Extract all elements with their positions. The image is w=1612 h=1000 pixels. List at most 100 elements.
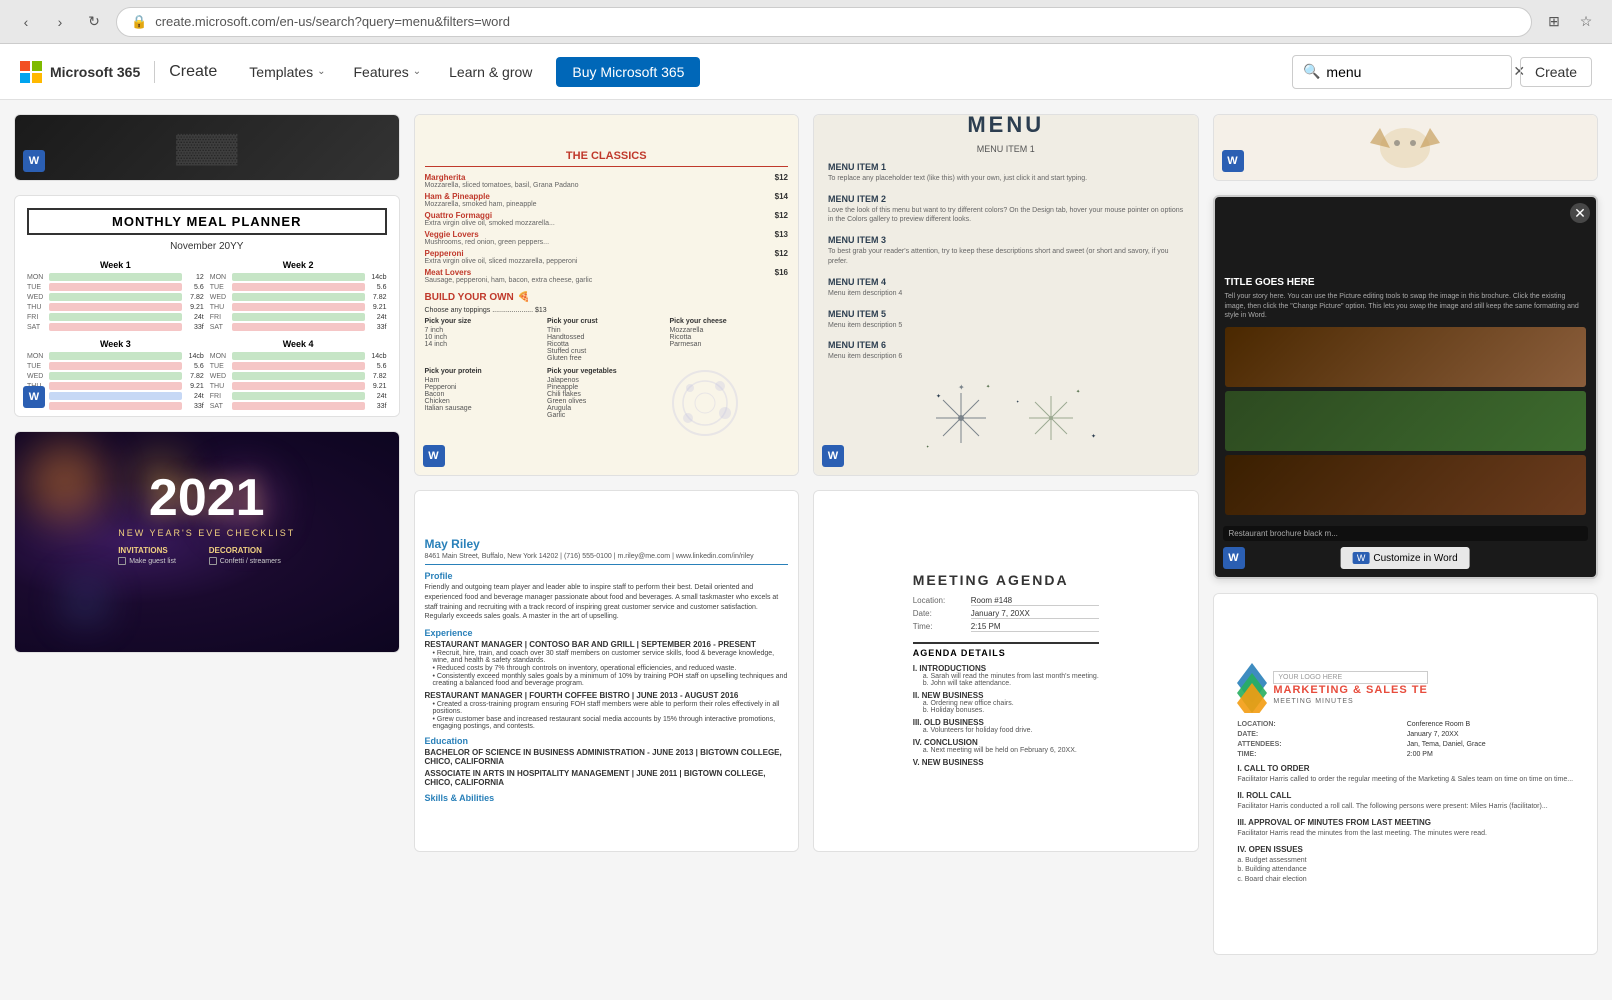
mp-row: WED7.82 xyxy=(27,372,204,380)
logo-sq-red xyxy=(20,61,30,71)
agenda-time-row: Time: 2:15 PM xyxy=(913,622,1099,632)
marketing-section-4: IV. OPEN ISSUES xyxy=(1237,845,1573,854)
mp-week3-rows: MON14cb TUE5.6 WED7.82 THU9.21 FRI24t SA… xyxy=(27,352,204,410)
nav-learn[interactable]: Learn & grow xyxy=(437,58,544,86)
fox-svg xyxy=(1365,118,1445,178)
nav-templates-label: Templates xyxy=(249,64,313,80)
nye-check-decor: Confetti / streamers xyxy=(209,557,296,565)
search-input[interactable] xyxy=(1326,64,1507,80)
mp-row: WED7.82 xyxy=(210,372,387,380)
resume-education-title: Education xyxy=(425,736,789,746)
card-resume[interactable]: May Riley 8461 Main Street, Buffalo, New… xyxy=(414,490,800,852)
customize-word-button[interactable]: W Customize in Word xyxy=(1341,547,1470,569)
marketing-section-3: III. APPROVAL OF MINUTES FROM LAST MEETI… xyxy=(1237,818,1573,827)
mp-week2-header: Week 2 xyxy=(210,260,387,270)
browser-actions: ⊞ ☆ xyxy=(1540,8,1600,36)
mp-week1: Week 1 MON12 TUE5.6 WED7.82 THU9.21 FRI2… xyxy=(27,260,204,331)
forward-button[interactable]: › xyxy=(46,8,74,36)
build-protein: Pick your protein HamPepperoniBaconChick… xyxy=(425,368,544,440)
rest-bottom-label: Restaurant brochure black m... xyxy=(1223,526,1589,541)
agenda-item-4: IV. CONCLUSION a. Next meeting will be h… xyxy=(913,738,1099,754)
build-pizza-graphic xyxy=(670,368,789,440)
svg-text:✦: ✦ xyxy=(1091,433,1096,440)
template-grid: ▓▓▓ W MONTHLY MEAL PLANNER November 20YY… xyxy=(0,100,1612,969)
pizza-image: THE CLASSICS MargheritaMozzarella, slice… xyxy=(415,115,799,475)
back-button[interactable]: ‹ xyxy=(12,8,40,36)
card-agenda[interactable]: MEETING AGENDA Location: Room #148 Date:… xyxy=(813,490,1199,852)
size-list: 7 inch10 inch14 inch xyxy=(425,327,544,348)
build-grid: Pick your size 7 inch10 inch14 inch Pick… xyxy=(425,318,789,362)
mp-week3-header: Week 3 xyxy=(27,339,204,349)
pizza-svg xyxy=(670,368,740,438)
mp-month: November 20YY xyxy=(27,241,387,252)
nye-inner: 2021 NEW YEAR'S EVE CHECKLIST INVITATION… xyxy=(102,432,311,652)
search-box[interactable]: 🔍 ✕ xyxy=(1292,55,1512,89)
mp-week1-rows: MON12 TUE5.6 WED7.82 THU9.21 FRI24t SAT3… xyxy=(27,273,204,331)
card-pizza[interactable]: THE CLASSICS MargheritaMozzarella, slice… xyxy=(414,114,800,476)
buy-button[interactable]: Buy Microsoft 365 xyxy=(556,57,700,87)
mp-row: FRI24t xyxy=(27,392,204,400)
agenda-time-label: Time: xyxy=(913,622,963,631)
marketing-text-3: Facilitator Harris read the minutes from… xyxy=(1237,829,1573,839)
fireworks-svg: ✦ ✦ ✦ ✦ xyxy=(906,378,1106,468)
mp-row: FRI24t xyxy=(210,313,387,321)
rest-brochure-image: ✕ TITLE GOES HERE Tell your story here. … xyxy=(1215,197,1597,577)
resume-edu2: ASSOCIATE IN ARTS IN HOSPITALITY MANAGEM… xyxy=(425,769,789,787)
menu-item-pepperoni: PepperoniExtra virgin olive oil, sliced … xyxy=(425,249,789,265)
column-1: ▓▓▓ W MONTHLY MEAL PLANNER November 20YY… xyxy=(14,114,400,955)
column-4: W ✕ TITLE GOES HERE Tell your story here… xyxy=(1213,114,1599,955)
nye-image: 2021 NEW YEAR'S EVE CHECKLIST INVITATION… xyxy=(15,432,399,652)
card-nye[interactable]: 2021 NEW YEAR'S EVE CHECKLIST INVITATION… xyxy=(14,431,400,653)
mp-row: FRI24t xyxy=(210,392,387,400)
menu-item-meat: Meat LoversSausage, pepperoni, ham, baco… xyxy=(425,268,789,284)
agenda-inner: MEETING AGENDA Location: Room #148 Date:… xyxy=(899,558,1113,785)
address-bar[interactable]: 🔒 create.microsoft.com/en-us/search?quer… xyxy=(116,7,1532,37)
resume-job2-title: RESTAURANT MANAGER | FOURTH COFFEE BISTR… xyxy=(425,691,789,700)
nye-check-item: Make guest list xyxy=(118,557,205,565)
ms365-logo[interactable]: Microsoft 365 xyxy=(20,61,140,83)
card-partial-fox[interactable]: W xyxy=(1213,114,1599,181)
classic-item-2: MENU ITEM 2 Love the look of this menu b… xyxy=(828,194,1184,226)
mp-week2-rows: MON14cb TUE5.6 WED7.82 THU9.21 FRI24t SA… xyxy=(210,273,387,331)
mp-title: MONTHLY MEAL PLANNER xyxy=(27,208,387,235)
pizza-header: THE CLASSICS xyxy=(425,150,789,167)
resume-bullet: • Consistently exceed monthly sales goal… xyxy=(433,673,789,687)
meta-time-label: TIME: xyxy=(1237,751,1403,758)
agenda-item-2: II. NEW BUSINESS a. Ordering new office … xyxy=(913,691,1099,714)
nav-templates[interactable]: Templates ⌄ xyxy=(237,58,337,86)
classic-item-4: MENU ITEM 4 Menu item description 4 xyxy=(828,277,1184,299)
resume-job1-title: RESTAURANT MANAGER | CONTOSO BAR AND GRI… xyxy=(425,640,789,649)
fox-image xyxy=(1214,115,1598,180)
mp-weeks: Week 1 MON12 TUE5.6 WED7.82 THU9.21 FRI2… xyxy=(27,260,387,331)
close-button[interactable]: ✕ xyxy=(1570,203,1590,223)
agenda-time-value: 2:15 PM xyxy=(971,622,1099,632)
meta-location-value: Conference Room B xyxy=(1407,721,1573,728)
marketing-text-4: a. Budget assessmentb. Building attendan… xyxy=(1237,856,1573,885)
resume-inner: May Riley 8461 Main Street, Buffalo, New… xyxy=(415,527,799,815)
build-size: Pick your size 7 inch10 inch14 inch xyxy=(425,318,544,362)
card-marketing[interactable]: YOUR LOGO HERE MARKETING & SALES TE MEET… xyxy=(1213,593,1599,955)
mp-row: TUE5.6 xyxy=(210,362,387,370)
classic-menu-image: MENU MENU ITEM 1 MENU ITEM 1 To replace … xyxy=(814,115,1198,475)
create-header-button[interactable]: Create xyxy=(1520,57,1592,87)
reload-button[interactable]: ↻ xyxy=(80,8,108,36)
mp-row: FRI24t xyxy=(27,313,204,321)
agenda-title: MEETING AGENDA xyxy=(913,572,1099,588)
meta-date-value: January 7, 20XX xyxy=(1407,731,1573,738)
mp-row: MON14cb xyxy=(210,352,387,360)
card-classic-menu[interactable]: MENU MENU ITEM 1 MENU ITEM 1 To replace … xyxy=(813,114,1199,476)
svg-text:✦: ✦ xyxy=(1016,399,1020,404)
card-meal-planner[interactable]: MONTHLY MEAL PLANNER November 20YY Week … xyxy=(14,195,400,417)
bookmark-button[interactable]: ☆ xyxy=(1572,8,1600,36)
word-badge-rest: W xyxy=(1223,547,1245,569)
card-partial-dark[interactable]: ▓▓▓ W xyxy=(14,114,400,181)
resume-bullet: • Grew customer base and increased resta… xyxy=(433,716,789,730)
card-rest-brochure[interactable]: ✕ TITLE GOES HERE Tell your story here. … xyxy=(1213,195,1599,579)
rest-images xyxy=(1225,327,1587,515)
mp-week4-header: Week 4 xyxy=(210,339,387,349)
extensions-button[interactable]: ⊞ xyxy=(1540,8,1568,36)
classic-item-5: MENU ITEM 5 Menu item description 5 xyxy=(828,309,1184,331)
mp-week3: Week 3 MON14cb TUE5.6 WED7.82 THU9.21 FR… xyxy=(27,339,204,410)
mp-row: TUE5.6 xyxy=(210,283,387,291)
nav-features[interactable]: Features ⌄ xyxy=(341,58,433,86)
